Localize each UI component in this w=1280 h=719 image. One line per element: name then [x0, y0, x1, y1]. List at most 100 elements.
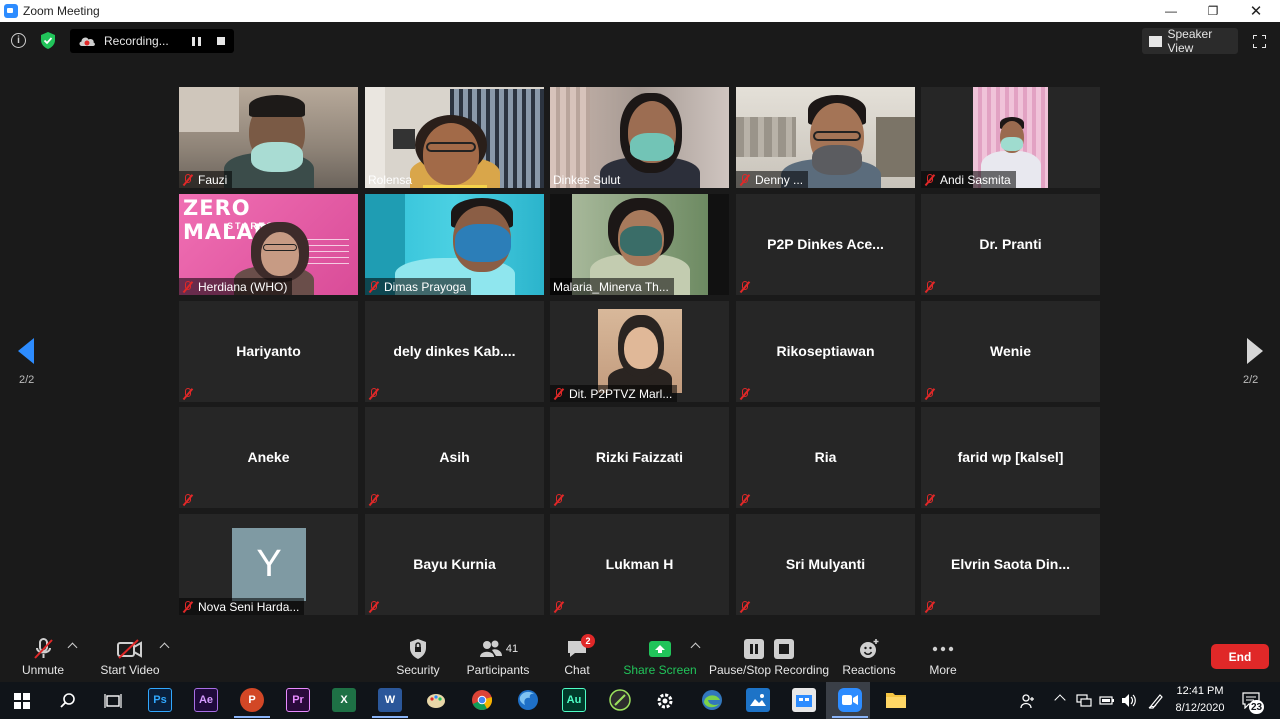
- store-icon[interactable]: [792, 688, 816, 712]
- security-button[interactable]: Security: [395, 632, 441, 682]
- muted-mic-icon: [739, 280, 750, 293]
- participant-tile[interactable]: Bayu Kurnia: [365, 514, 544, 615]
- pause-recording-button[interactable]: [192, 37, 201, 46]
- participant-name-label: Fauzi: [179, 171, 233, 188]
- edge-icon[interactable]: [700, 688, 724, 712]
- zoom-app-icon: [4, 4, 18, 18]
- photoshop-icon[interactable]: Ps: [148, 688, 172, 712]
- more-button[interactable]: More: [928, 632, 958, 682]
- participant-tile[interactable]: Ria: [736, 407, 915, 508]
- participant-display-name: dely dinkes Kab....: [393, 343, 516, 359]
- premiere-icon[interactable]: Pr: [286, 688, 310, 712]
- muted-mic-icon: [182, 600, 193, 613]
- unmute-button[interactable]: Unmute: [20, 632, 66, 682]
- video-options-caret-icon[interactable]: [159, 642, 170, 653]
- network-icon[interactable]: [1076, 694, 1092, 707]
- participant-name-label: Dinkes Sulut: [550, 171, 625, 188]
- chrome-icon[interactable]: [470, 688, 494, 712]
- show-hidden-icons-chevron-icon[interactable]: [1054, 694, 1066, 706]
- firefox-icon[interactable]: [516, 688, 540, 712]
- participant-tile[interactable]: Denny ...: [736, 87, 915, 188]
- page-indicator-right: 2/2: [1243, 374, 1259, 386]
- participant-tile[interactable]: Andi Sasmita: [921, 87, 1100, 188]
- participant-tile[interactable]: Aneke: [179, 407, 358, 508]
- participant-status: [921, 278, 945, 295]
- search-icon[interactable]: [60, 693, 76, 709]
- clock-time[interactable]: 12:41 PM: [1168, 685, 1232, 697]
- muted-microphone-icon: [28, 638, 58, 660]
- participant-tile[interactable]: Elvrin Saota Din...: [921, 514, 1100, 615]
- participant-tile[interactable]: Dit. P2PTVZ Marl...: [550, 301, 729, 402]
- reactions-button[interactable]: Reactions: [842, 632, 896, 682]
- participant-tile[interactable]: Dimas Prayoga: [365, 194, 544, 295]
- audio-options-caret-icon[interactable]: [67, 642, 78, 653]
- minimize-button[interactable]: —: [1151, 0, 1191, 22]
- participant-name-label: Malaria_Minerva Th...: [550, 278, 674, 295]
- participant-tile[interactable]: Lukman H: [550, 514, 729, 615]
- next-page-arrow-icon[interactable]: [1247, 338, 1263, 364]
- muted-mic-icon: [553, 600, 564, 613]
- windows-start-icon[interactable]: [14, 693, 30, 709]
- more-dots-icon: [928, 638, 958, 660]
- participant-name-label: Denny ...: [736, 171, 809, 188]
- end-meeting-button[interactable]: End: [1211, 644, 1269, 669]
- participant-status: [365, 598, 389, 615]
- participant-name: Dinkes Sulut: [553, 172, 621, 187]
- after-effects-icon[interactable]: Ae: [194, 688, 218, 712]
- participant-tile[interactable]: Rikoseptiawan: [736, 301, 915, 402]
- meeting-info-icon[interactable]: i: [11, 33, 26, 48]
- stop-recording-button[interactable]: [217, 37, 225, 45]
- speaker-view-button[interactable]: Speaker View: [1142, 27, 1238, 55]
- clock-date[interactable]: 8/12/2020: [1168, 702, 1232, 714]
- pause-stop-recording-button[interactable]: Pause/Stop Recording: [709, 632, 829, 682]
- participant-tile[interactable]: Sri Mulyanti: [736, 514, 915, 615]
- sketch-icon[interactable]: [608, 688, 632, 712]
- muted-mic-icon: [368, 493, 379, 506]
- restore-button[interactable]: ❐: [1193, 0, 1233, 22]
- audition-icon[interactable]: Au: [562, 688, 586, 712]
- participant-tile[interactable]: Y Nova Seni Harda...: [179, 514, 358, 615]
- participant-tile[interactable]: Rolensa: [365, 87, 544, 188]
- participants-count: 41: [505, 643, 519, 655]
- participant-tile[interactable]: ZERO MALARIA STARTS Herdiana (WHO): [179, 194, 358, 295]
- participants-icon: 41: [473, 638, 523, 660]
- participants-button[interactable]: 41 Participants: [467, 632, 529, 682]
- participants-label: Participants: [466, 663, 530, 677]
- fullscreen-icon[interactable]: [1253, 35, 1266, 48]
- participant-tile[interactable]: Dinkes Sulut: [550, 87, 729, 188]
- volume-icon[interactable]: [1121, 693, 1137, 708]
- task-view-icon[interactable]: [104, 693, 122, 709]
- encryption-shield-icon[interactable]: [40, 32, 56, 49]
- settings-icon[interactable]: [655, 691, 675, 711]
- participant-tile[interactable]: Rizki Faizzati: [550, 407, 729, 508]
- zoom-icon[interactable]: [832, 688, 868, 718]
- participant-tile[interactable]: Asih: [365, 407, 544, 508]
- pen-ink-icon[interactable]: [1148, 692, 1164, 709]
- participant-tile[interactable]: P2P Dinkes Ace...: [736, 194, 915, 295]
- share-screen-button[interactable]: Share Screen: [623, 632, 697, 682]
- previous-page-arrow-icon[interactable]: [18, 338, 34, 364]
- participant-tile[interactable]: Malaria_Minerva Th...: [550, 194, 729, 295]
- people-icon[interactable]: [1020, 693, 1036, 709]
- participant-tile[interactable]: farid wp [kalsel]: [921, 407, 1100, 508]
- file-explorer-icon[interactable]: [884, 688, 908, 712]
- photos-icon[interactable]: [746, 688, 770, 712]
- participant-tile[interactable]: Wenie: [921, 301, 1100, 402]
- participant-tile[interactable]: dely dinkes Kab....: [365, 301, 544, 402]
- excel-icon[interactable]: X: [332, 688, 356, 712]
- chat-label: Chat: [564, 663, 590, 677]
- powerpoint-icon[interactable]: P: [234, 688, 270, 718]
- muted-mic-icon: [553, 387, 564, 400]
- muted-mic-icon: [368, 600, 379, 613]
- paint-icon[interactable]: [424, 688, 448, 712]
- participant-tile[interactable]: Hariyanto: [179, 301, 358, 402]
- close-button[interactable]: ✕: [1236, 0, 1276, 22]
- word-icon[interactable]: W: [372, 688, 408, 718]
- participant-tile[interactable]: Fauzi: [179, 87, 358, 188]
- start-video-button[interactable]: Start Video: [100, 632, 160, 682]
- participant-tile[interactable]: Dr. Pranti: [921, 194, 1100, 295]
- participant-status: [365, 491, 389, 508]
- reactions-smiley-icon: [854, 638, 884, 660]
- battery-icon[interactable]: [1099, 695, 1115, 706]
- participant-status: [179, 491, 203, 508]
